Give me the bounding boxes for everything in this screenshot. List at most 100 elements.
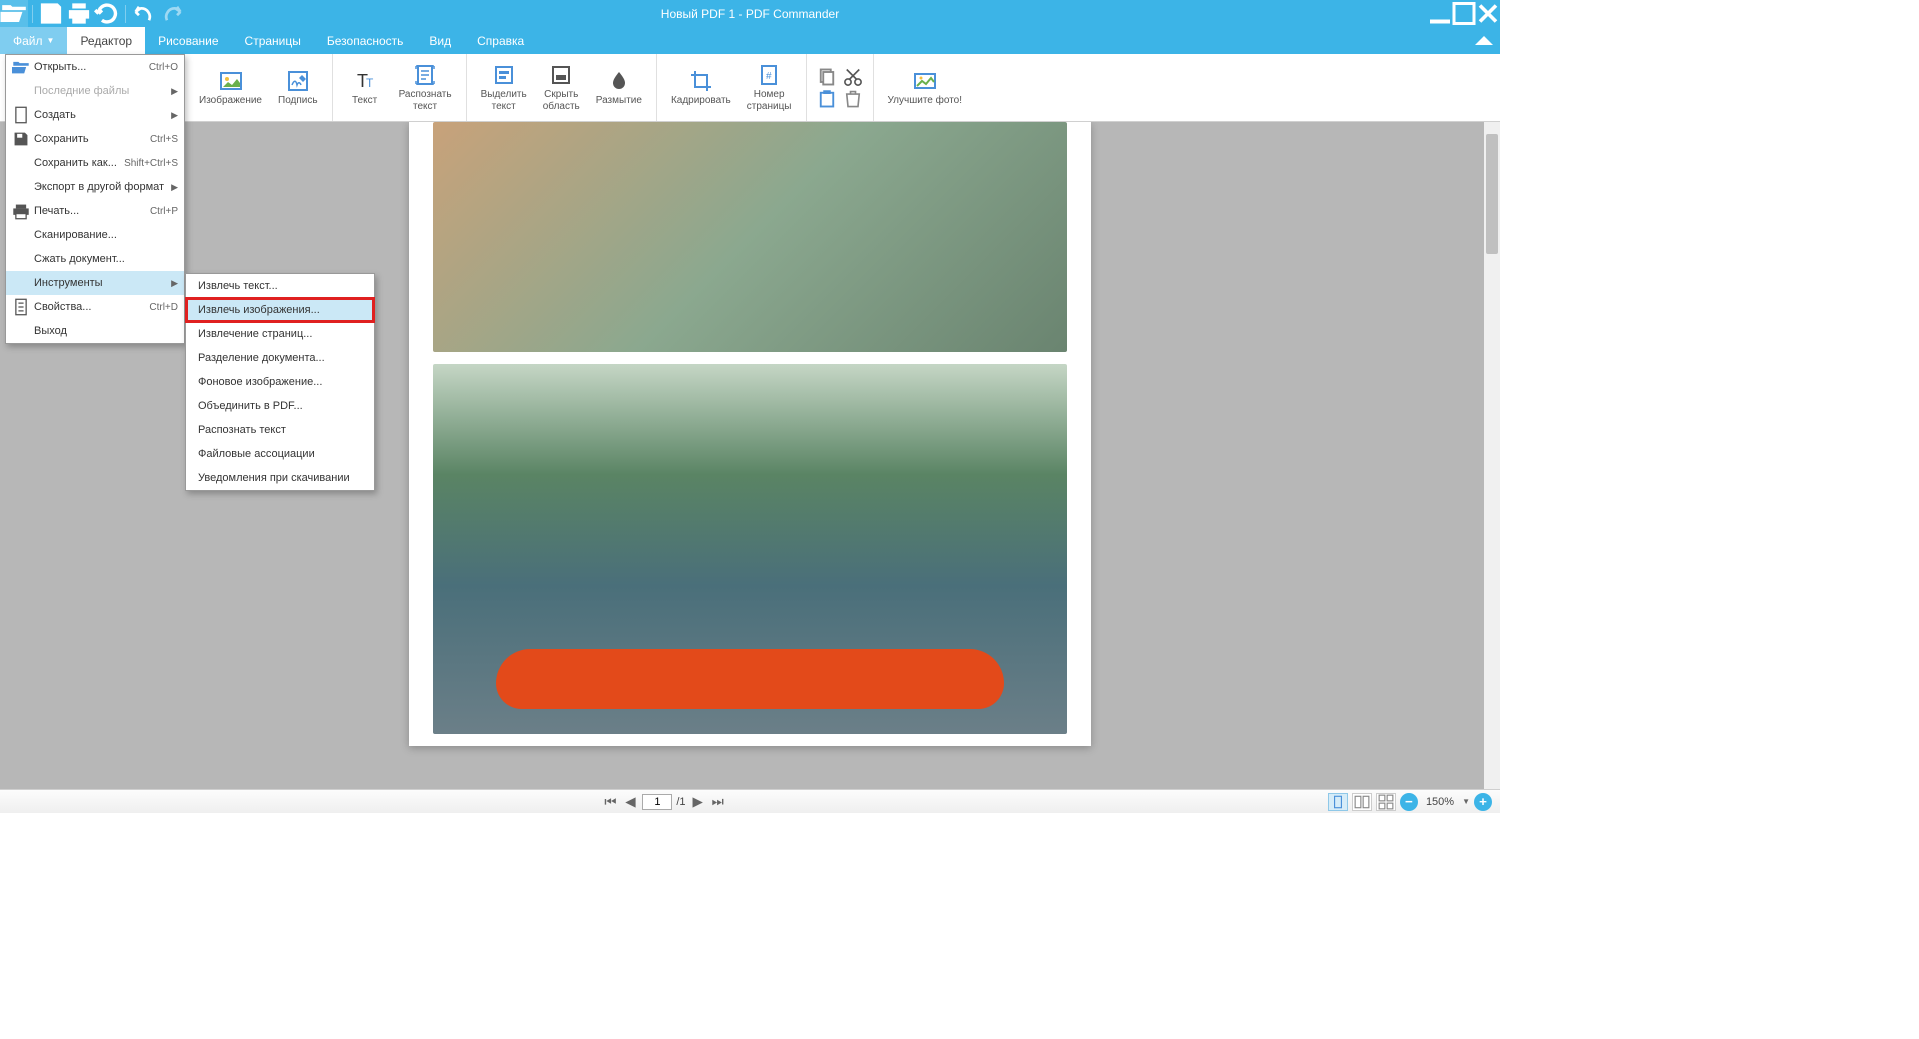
- ribbon-label: Выделить текст: [481, 89, 527, 112]
- statusbar: ⏮ ◀ /1 ▶ ⏭ − 150% ▼ +: [0, 789, 1500, 813]
- close-button[interactable]: [1476, 0, 1500, 27]
- rotate-icon[interactable]: [93, 0, 121, 27]
- menu-help[interactable]: Справка: [464, 27, 537, 54]
- ribbon-label: Скрыть область: [543, 89, 580, 112]
- submenu-background-img[interactable]: Фоновое изображение...: [186, 370, 374, 394]
- menu-save[interactable]: Сохранить Ctrl+S: [6, 127, 184, 151]
- file-menu-dropdown: Открыть... Ctrl+O Последние файлы ▶ Созд…: [5, 54, 185, 344]
- menu-item-label: Печать...: [34, 205, 150, 217]
- menu-properties[interactable]: Свойства... Ctrl+D: [6, 295, 184, 319]
- ribbon-enhance-button[interactable]: Улучшите фото!: [880, 67, 971, 109]
- menu-item-label: Файловые ассоциации: [198, 448, 368, 460]
- titlebar: Новый PDF 1 - PDF Commander: [0, 0, 1500, 27]
- menu-open[interactable]: Открыть... Ctrl+O: [6, 55, 184, 79]
- ribbon-image-button[interactable]: Изображение: [191, 67, 270, 109]
- menu-view[interactable]: Вид: [416, 27, 464, 54]
- submenu-extract-images[interactable]: Извлечь изображения...: [186, 298, 374, 322]
- copy-icon[interactable]: [817, 67, 837, 87]
- vertical-scrollbar[interactable]: [1484, 122, 1500, 789]
- menu-editor[interactable]: Редактор: [67, 27, 145, 54]
- view-two-page-button[interactable]: [1352, 793, 1372, 811]
- page-number-input[interactable]: [642, 794, 672, 810]
- ribbon-label: Номер страницы: [747, 89, 792, 112]
- ribbon-crop-button[interactable]: Кадрировать: [663, 67, 739, 109]
- menu-item-label: Разделение документа...: [198, 352, 368, 364]
- svg-text:#: #: [766, 71, 772, 82]
- ribbon-highlight-button[interactable]: Выделить текст: [473, 61, 535, 114]
- menu-item-label: Инструменты: [34, 277, 171, 289]
- menu-exit[interactable]: Выход: [6, 319, 184, 343]
- new-doc-icon: [12, 106, 30, 124]
- shortcut-label: Ctrl+P: [150, 206, 178, 217]
- menu-pages[interactable]: Страницы: [232, 27, 314, 54]
- menu-recent-files: Последние файлы ▶: [6, 79, 184, 103]
- menu-compress[interactable]: Сжать документ...: [6, 247, 184, 271]
- chevron-right-icon: ▶: [171, 278, 178, 289]
- page-navigator: ⏮ ◀ /1 ▶ ⏭: [602, 794, 725, 810]
- save-icon[interactable]: [37, 0, 65, 27]
- ribbon-hide-area-button[interactable]: Скрыть область: [535, 61, 588, 114]
- delete-icon[interactable]: [843, 89, 863, 109]
- menu-file[interactable]: Файл▼: [0, 27, 67, 54]
- submenu-merge-pdf[interactable]: Объединить в PDF...: [186, 394, 374, 418]
- minimize-button[interactable]: [1428, 0, 1452, 27]
- zoom-out-button[interactable]: −: [1400, 793, 1418, 811]
- view-single-page-button[interactable]: [1328, 793, 1348, 811]
- submenu-file-assoc[interactable]: Файловые ассоциации: [186, 442, 374, 466]
- ribbon-group-clipboard: [807, 54, 874, 121]
- menu-item-label: Извлечь текст...: [198, 280, 368, 292]
- view-grid-button[interactable]: [1376, 793, 1396, 811]
- undo-icon[interactable]: [130, 0, 158, 27]
- document-image-placeholder: [433, 364, 1067, 734]
- chevron-right-icon: ▶: [171, 86, 178, 97]
- menu-export[interactable]: Экспорт в другой формат ▶: [6, 175, 184, 199]
- submenu-split-doc[interactable]: Разделение документа...: [186, 346, 374, 370]
- menu-security[interactable]: Безопасность: [314, 27, 417, 54]
- ribbon-sign-button[interactable]: Подпись: [270, 67, 326, 109]
- next-page-button[interactable]: ▶: [690, 794, 706, 810]
- tools-submenu-dropdown: Извлечь текст... Извлечь изображения... …: [185, 273, 375, 491]
- scrollbar-thumb[interactable]: [1486, 134, 1498, 254]
- submenu-ocr[interactable]: Распознать текст: [186, 418, 374, 442]
- page-total-label: /1: [676, 796, 685, 808]
- zoom-in-button[interactable]: +: [1474, 793, 1492, 811]
- ribbon-pagenum-button[interactable]: # Номер страницы: [739, 61, 800, 114]
- chevron-right-icon: ▶: [171, 182, 178, 193]
- redo-icon[interactable]: [158, 0, 186, 27]
- print-icon[interactable]: [65, 0, 93, 27]
- menu-item-label: Извлечь изображения...: [198, 304, 368, 316]
- collapse-ribbon-icon[interactable]: [1468, 27, 1500, 54]
- page-canvas[interactable]: [409, 122, 1091, 746]
- menu-item-label: Уведомления при скачивании: [198, 472, 368, 484]
- ribbon-group-enhance: Улучшите фото!: [874, 54, 977, 121]
- menu-print[interactable]: Печать... Ctrl+P: [6, 199, 184, 223]
- cut-icon[interactable]: [843, 67, 863, 87]
- maximize-button[interactable]: [1452, 0, 1476, 27]
- zoom-dropdown-icon[interactable]: ▼: [1462, 797, 1470, 806]
- menu-file-label: Файл: [13, 34, 43, 48]
- ribbon-blur-button[interactable]: Размытие: [588, 67, 650, 109]
- menu-tools[interactable]: Инструменты ▶: [6, 271, 184, 295]
- menu-saveas[interactable]: Сохранить как... Shift+Ctrl+S: [6, 151, 184, 175]
- ocr-icon: [413, 63, 437, 87]
- menu-create[interactable]: Создать ▶: [6, 103, 184, 127]
- first-page-button[interactable]: ⏮: [602, 794, 618, 810]
- menu-item-label: Сжать документ...: [34, 253, 178, 265]
- menu-draw[interactable]: Рисование: [145, 27, 231, 54]
- prev-page-button[interactable]: ◀: [622, 794, 638, 810]
- ribbon-group-page: Кадрировать # Номер страницы: [657, 54, 807, 121]
- submenu-extract-text[interactable]: Извлечь текст...: [186, 274, 374, 298]
- ribbon-text-button[interactable]: TT Текст: [339, 67, 391, 109]
- ribbon-ocr-button[interactable]: Распознать текст: [391, 61, 460, 114]
- submenu-download-notify[interactable]: Уведомления при скачивании: [186, 466, 374, 490]
- menu-item-label: Выход: [34, 325, 178, 337]
- menu-item-label: Создать: [34, 109, 171, 121]
- last-page-button[interactable]: ⏭: [710, 794, 726, 810]
- menu-item-label: Последние файлы: [34, 85, 171, 97]
- pagenum-icon: #: [757, 63, 781, 87]
- quick-access-toolbar: [0, 0, 186, 27]
- submenu-extract-pages[interactable]: Извлечение страниц...: [186, 322, 374, 346]
- paste-icon[interactable]: [817, 89, 837, 109]
- open-icon[interactable]: [0, 0, 28, 27]
- menu-scan[interactable]: Сканирование...: [6, 223, 184, 247]
